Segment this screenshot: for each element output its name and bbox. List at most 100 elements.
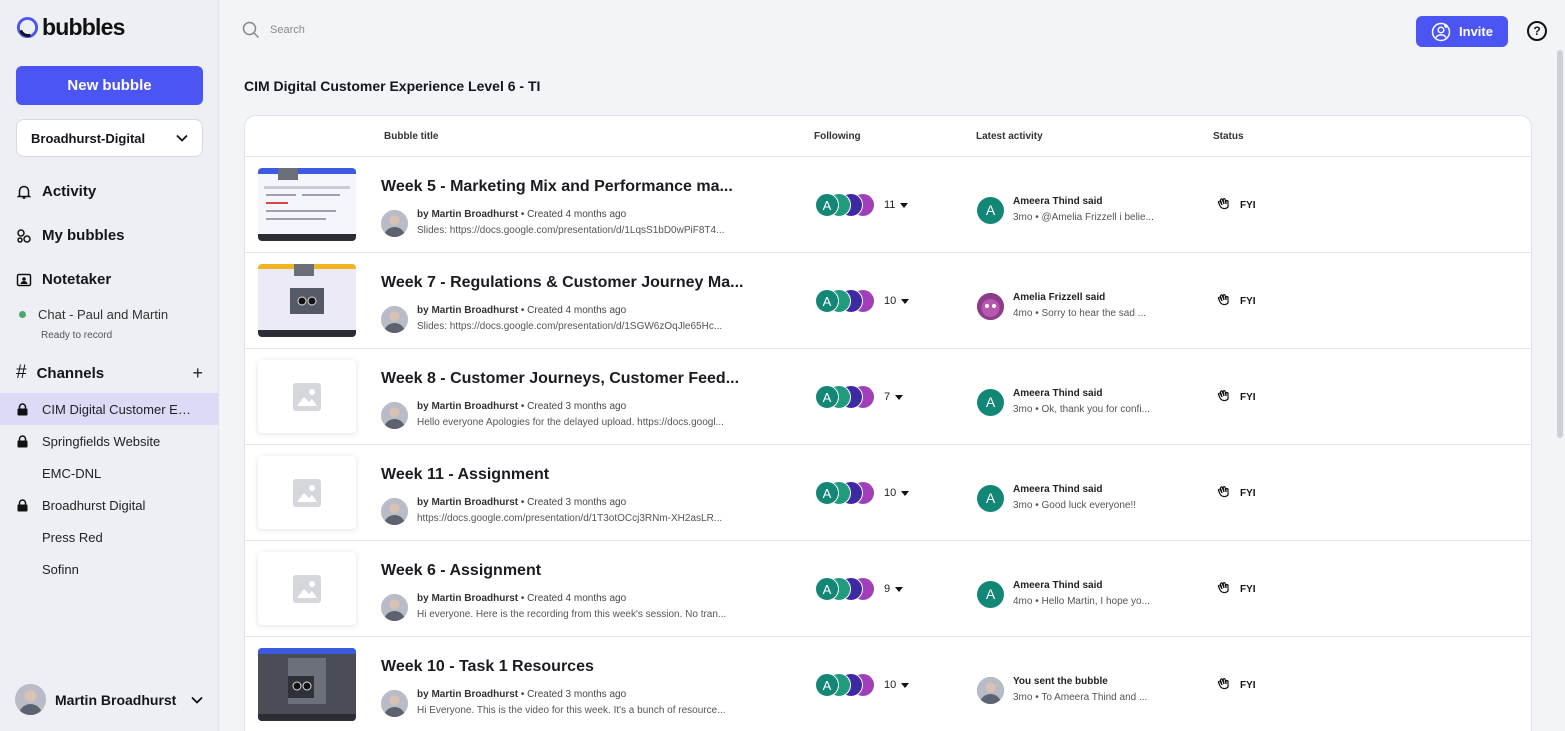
table-row[interactable]: Week 10 - Task 1 Resources by Martin Bro… <box>245 637 1531 731</box>
bubble-thumbnail[interactable] <box>258 456 356 529</box>
channel-item[interactable]: CIM Digital Customer Experience Level 6 … <box>0 393 219 425</box>
video-thumbnail <box>258 168 356 241</box>
search-icon <box>242 21 260 39</box>
help-icon[interactable]: ? <box>1527 21 1547 41</box>
chat-label: Chat - Paul and Martin <box>38 307 169 322</box>
bubble-author: by Martin Broadhurst <box>417 689 519 700</box>
column-header-following[interactable]: Following <box>814 131 861 142</box>
author-avatar <box>381 497 408 525</box>
column-header-title[interactable]: Bubble title <box>384 131 438 142</box>
activity-author: Ameera Thind said <box>1013 580 1103 591</box>
bubble-thumbnail[interactable] <box>258 264 356 337</box>
followers-dropdown[interactable]: A 10 <box>815 481 910 505</box>
bubble-created: • Created 4 months ago <box>518 593 627 604</box>
bubble-title[interactable]: Week 5 - Marketing Mix and Performance m… <box>381 178 751 196</box>
followers-dropdown[interactable]: A 10 <box>815 289 910 313</box>
bubble-thumbnail[interactable] <box>258 552 356 625</box>
invite-button[interactable]: Invite <box>1416 16 1508 47</box>
activity-avatar: A <box>977 388 1004 416</box>
nav-my-bubbles[interactable]: My bubbles <box>16 227 125 244</box>
bubbles-logo-icon <box>16 16 39 39</box>
activity-avatar <box>977 292 1004 320</box>
app-logo[interactable]: bubbles <box>16 14 125 41</box>
followers-dropdown[interactable]: A 10 <box>815 673 910 697</box>
channel-item[interactable]: Broadhurst Digital <box>0 489 219 521</box>
bubble-title[interactable]: Week 11 - Assignment <box>381 466 751 484</box>
latest-activity[interactable]: A Ameera Thind said 3mo • Good luck ever… <box>977 482 1163 514</box>
followers-dropdown[interactable]: A 9 <box>815 577 904 601</box>
table-row[interactable]: Week 8 - Customer Journeys, Customer Fee… <box>245 349 1531 445</box>
search-bar[interactable]: Search <box>242 21 305 39</box>
status-badge[interactable]: FYI <box>1216 197 1256 213</box>
bubble-title[interactable]: Week 6 - Assignment <box>381 562 751 580</box>
bubble-title[interactable]: Week 8 - Customer Journeys, Customer Fee… <box>381 370 751 388</box>
status-badge[interactable]: FYI <box>1216 293 1256 309</box>
channel-label: Press Red <box>42 529 103 545</box>
bubble-created: • Created 3 months ago <box>518 497 627 508</box>
followers-dropdown[interactable]: A 7 <box>815 385 904 409</box>
add-channel-icon[interactable]: + <box>192 363 203 384</box>
notetaker-chat-item[interactable]: Chat - Paul and Martin <box>19 307 168 322</box>
channel-label: EMC-DNL <box>42 465 102 481</box>
bubble-thumbnail[interactable] <box>258 648 356 721</box>
status-badge[interactable]: FYI <box>1216 485 1256 501</box>
latest-activity[interactable]: A Ameera Thind said 4mo • Hello Martin, … <box>977 578 1163 610</box>
author-avatar <box>381 305 408 333</box>
add-user-icon <box>1431 22 1451 41</box>
status-badge[interactable]: FYI <box>1216 581 1256 597</box>
table-row[interactable]: Week 7 - Regulations & Customer Journey … <box>245 253 1531 349</box>
table-row[interactable]: Week 6 - Assignment by Martin Broadhurst… <box>245 541 1531 637</box>
follower-count: 11 <box>884 199 896 211</box>
scrollbar[interactable] <box>1557 50 1563 438</box>
lock-icon <box>17 402 35 416</box>
bubble-title[interactable]: Week 10 - Task 1 Resources <box>381 658 751 676</box>
bubble-description: Hello everyone Apologies for the delayed… <box>417 417 724 428</box>
table-row[interactable]: Week 11 - Assignment by Martin Broadhurs… <box>245 445 1531 541</box>
user-name: Martin Broadhurst <box>55 691 177 708</box>
channel-item[interactable]: EMC-DNL <box>0 457 219 489</box>
nav-notetaker[interactable]: Notetaker <box>16 271 111 288</box>
status-badge[interactable]: FYI <box>1216 677 1256 693</box>
latest-activity[interactable]: A Ameera Thind said 3mo • Ok, thank you … <box>977 386 1163 418</box>
channels-label: Channels <box>36 364 105 382</box>
channel-label: Broadhurst Digital <box>42 497 146 513</box>
bubble-meta: by Martin Broadhurst • Created 4 months … <box>381 303 747 335</box>
channel-item[interactable]: Springfields Website <box>0 425 219 457</box>
bubble-created: • Created 3 months ago <box>518 401 627 412</box>
bubble-title[interactable]: Week 7 - Regulations & Customer Journey … <box>381 274 751 292</box>
follower-count: 10 <box>884 487 897 499</box>
bubble-thumbnail[interactable] <box>258 168 356 241</box>
user-menu[interactable]: Martin Broadhurst <box>15 684 203 715</box>
new-bubble-button[interactable]: New bubble <box>16 66 203 105</box>
bubble-thumbnail[interactable] <box>258 360 356 433</box>
latest-activity[interactable]: Amelia Frizzell said 4mo • Sorry to hear… <box>977 290 1163 322</box>
lock-icon <box>17 434 35 448</box>
latest-activity[interactable]: A Ameera Thind said 3mo • @Amelia Frizze… <box>977 194 1163 226</box>
channel-item[interactable]: Sofinn <box>0 553 219 585</box>
activity-author: Ameera Thind said <box>1013 388 1103 399</box>
channel-item[interactable]: Press Red <box>0 521 219 553</box>
status-badge[interactable]: FYI <box>1216 389 1256 405</box>
status-label: FYI <box>1240 391 1256 403</box>
activity-avatar: A <box>977 484 1004 512</box>
search-input[interactable]: Search <box>270 24 305 36</box>
caret-down-icon <box>901 682 910 688</box>
activity-author: Ameera Thind said <box>1013 196 1103 207</box>
table-header: Bubble title Following Latest activity S… <box>245 116 1531 157</box>
wave-hand-icon <box>1217 678 1229 690</box>
table-row[interactable]: Week 5 - Marketing Mix and Performance m… <box>245 157 1531 253</box>
workspace-selector[interactable]: Broadhurst-Digital <box>16 119 203 157</box>
activity-message: 3mo • Good luck everyone!! <box>1013 500 1137 511</box>
bubble-meta: by Martin Broadhurst • Created 4 months … <box>381 591 747 623</box>
followers-dropdown[interactable]: A 11 <box>815 193 909 217</box>
nav-activity[interactable]: Activity <box>16 183 96 200</box>
status-label: FYI <box>1240 583 1256 595</box>
nav-notetaker-label: Notetaker <box>42 271 112 288</box>
bell-icon <box>16 185 32 199</box>
activity-avatar <box>977 676 1004 704</box>
column-header-status[interactable]: Status <box>1213 131 1244 142</box>
latest-activity[interactable]: You sent the bubble 3mo • To Ameera Thin… <box>977 674 1163 706</box>
column-header-activity[interactable]: Latest activity <box>976 131 1043 142</box>
video-thumbnail <box>258 264 356 337</box>
app-name: bubbles <box>42 14 125 40</box>
